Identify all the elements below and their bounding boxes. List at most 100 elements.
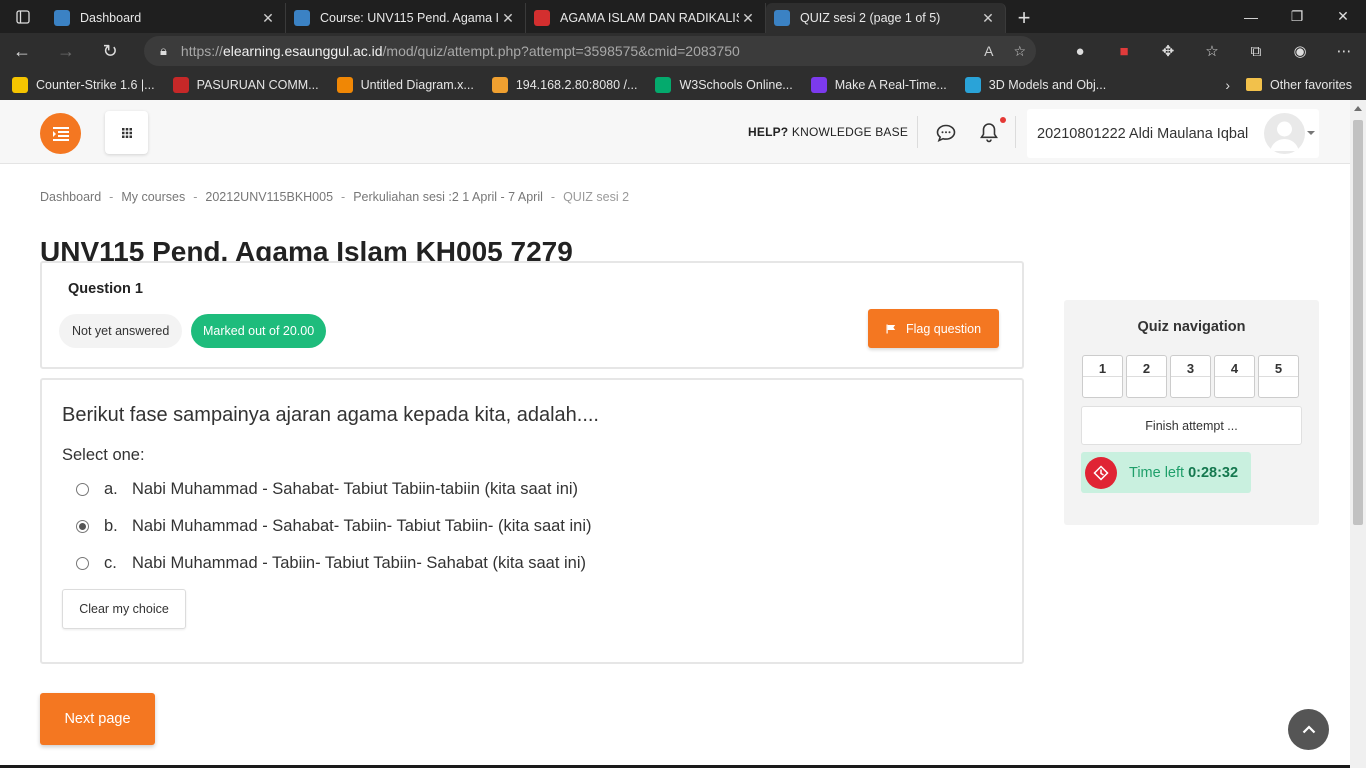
back-to-top-button[interactable] — [1288, 709, 1329, 750]
user-menu[interactable]: 20210801222 Aldi Maulana Iqbal — [1027, 109, 1319, 158]
bookmark-item[interactable]: 3D Models and Obj... — [964, 76, 1107, 93]
quiz-nav-question-button[interactable]: 4 — [1214, 355, 1255, 398]
answer-text: Nabi Muhammad - Tabiin- Tabiut Tabiin- S… — [132, 554, 586, 572]
help-label: HELP? — [748, 125, 789, 139]
browser-tab-quiz[interactable]: QUIZ sesi 2 (page 1 of 5) ✕ — [766, 3, 1006, 33]
help-knowledge-base-link[interactable]: HELP? KNOWLEDGE BASE — [748, 125, 908, 139]
notification-badge — [1000, 117, 1006, 123]
bookmark-favicon-icon — [810, 76, 827, 93]
question-content-panel: Berikut fase sampainya ajaran agama kepa… — [40, 378, 1024, 664]
back-icon[interactable]: ← — [0, 33, 44, 69]
scroll-up-arrow-icon[interactable] — [1354, 106, 1362, 111]
bookmark-item[interactable]: Counter-Strike 1.6 |... — [12, 76, 155, 93]
bookmark-item[interactable]: W3Schools Online... — [655, 76, 793, 93]
quiz-nav-question-button[interactable]: 2 — [1126, 355, 1167, 398]
answer-text: Nabi Muhammad - Sahabat- Tabiut Tabiin-t… — [132, 480, 579, 498]
flag-question-button[interactable]: Flag question — [868, 309, 999, 348]
time-left-value: 0:28:32 — [1188, 464, 1239, 481]
bookmark-label: Counter-Strike 1.6 |... — [36, 77, 155, 92]
quiz-nav-question-button[interactable]: 5 — [1258, 355, 1299, 398]
close-tab-icon[interactable]: ✕ — [259, 10, 277, 27]
folder-icon — [1246, 78, 1263, 91]
browser-tab-bar: Dashboard ✕ Course: UNV115 Pend. Agama I… — [0, 0, 1366, 33]
quiz-nav-number: 5 — [1274, 361, 1283, 376]
divider — [1083, 376, 1122, 377]
browser-tab-dashboard[interactable]: Dashboard ✕ — [46, 3, 286, 33]
restore-icon[interactable]: ❐ — [1274, 0, 1320, 33]
bookmarks-bar: Counter-Strike 1.6 |... PASURUAN COMM...… — [0, 69, 1366, 100]
bookmark-label: W3Schools Online... — [679, 77, 793, 92]
bookmark-item[interactable]: Make A Real-Time... — [810, 76, 947, 93]
finish-attempt-button[interactable]: Finish attempt ... — [1081, 406, 1302, 445]
close-window-icon[interactable]: ✕ — [1320, 0, 1366, 33]
question-number: Question 1 — [68, 281, 143, 297]
bookmark-label: 3D Models and Obj... — [988, 77, 1107, 92]
breadcrumb-my-courses[interactable]: My courses — [121, 190, 185, 204]
breadcrumb-separator: - — [550, 190, 556, 204]
extensions-icon[interactable]: ✥ — [1146, 42, 1190, 60]
forward-icon[interactable]: → — [44, 33, 88, 69]
quiz-nav-number: 1 — [1098, 361, 1107, 376]
scrollbar-thumb[interactable] — [1353, 120, 1363, 525]
avatar — [1264, 113, 1305, 154]
answer-letter: c. — [104, 554, 117, 572]
breadcrumb-separator: - — [341, 190, 346, 204]
minimize-icon[interactable]: — — [1228, 0, 1274, 33]
divider — [1171, 376, 1210, 377]
breadcrumb-section[interactable]: Perkuliahan sesi :2 1 April - 7 April — [353, 190, 543, 204]
favorites-icon[interactable]: ☆ — [1190, 42, 1234, 60]
close-tab-icon[interactable]: ✕ — [979, 10, 997, 27]
bookmark-favicon-icon — [491, 76, 508, 93]
answer-option-c[interactable]: c. Nabi Muhammad - Tabiin- Tabiut Tabiin… — [76, 554, 586, 573]
lock-icon: 🔒︎ — [160, 43, 167, 58]
quiz-navigation-title: Quiz navigation — [1137, 319, 1246, 335]
pdf-favicon-icon — [534, 10, 550, 26]
bookmark-favicon-icon — [336, 76, 353, 93]
breadcrumb-dashboard[interactable]: Dashboard — [40, 190, 101, 204]
refresh-icon[interactable]: ↻ — [88, 33, 132, 69]
bookmark-label: Make A Real-Time... — [834, 77, 947, 92]
moodle-favicon-icon — [774, 10, 790, 26]
apps-grid-button[interactable] — [105, 111, 148, 154]
bookmark-item[interactable]: Untitled Diagram.x... — [336, 76, 474, 93]
profile-avatar-icon[interactable]: ◉ — [1278, 42, 1322, 60]
other-favorites-folder[interactable]: Other favorites — [1246, 69, 1352, 100]
notifications-bell-icon[interactable] — [980, 122, 998, 148]
next-page-button[interactable]: Next page — [40, 693, 155, 745]
tab-title: QUIZ sesi 2 (page 1 of 5) — [800, 11, 941, 25]
drawer-toggle-button[interactable] — [40, 113, 81, 154]
bookmarks-overflow-chevron-icon[interactable]: › — [1225, 69, 1230, 100]
collections-icon[interactable]: ⧉ — [1234, 43, 1278, 60]
radio-button[interactable] — [76, 520, 89, 533]
page-scrollbar[interactable] — [1350, 100, 1366, 768]
url-bar[interactable]: 🔒︎ https://elearning.esaunggul.ac.id/mod… — [144, 36, 1036, 66]
flag-question-label: Flag question — [905, 321, 982, 336]
radio-button[interactable] — [76, 557, 89, 570]
breadcrumb-quiz[interactable]: QUIZ sesi 2 — [563, 190, 629, 204]
clear-choice-button[interactable]: Clear my choice — [62, 589, 186, 629]
extension-red-icon[interactable]: ■ — [1102, 43, 1146, 60]
extension-color-icon[interactable]: ● — [1058, 43, 1102, 60]
tab-actions-icon[interactable] — [0, 0, 46, 33]
moodle-favicon-icon — [54, 10, 70, 26]
quiz-nav-question-button[interactable]: 1 — [1082, 355, 1123, 398]
answer-option-b[interactable]: b. Nabi Muhammad - Sahabat- Tabiin- Tabi… — [76, 517, 591, 536]
answer-option-a[interactable]: a. Nabi Muhammad - Sahabat- Tabiut Tabii… — [76, 480, 578, 499]
answer-letter: b. — [104, 517, 118, 535]
add-favorite-icon[interactable]: ☆ — [1013, 43, 1026, 60]
bookmark-item[interactable]: PASURUAN COMM... — [172, 76, 319, 93]
bookmark-item[interactable]: 194.168.2.80:8080 /... — [491, 76, 637, 93]
browser-tab-course[interactable]: Course: UNV115 Pend. Agama Isl ✕ — [286, 3, 526, 33]
quiz-nav-question-button[interactable]: 3 — [1170, 355, 1211, 398]
radio-button[interactable] — [76, 483, 89, 496]
breadcrumb-course[interactable]: 20212UNV115BKH005 — [205, 190, 333, 204]
browser-tab-pdf[interactable]: AGAMA ISLAM DAN RADIKALISME ✕ — [526, 3, 766, 33]
read-aloud-icon[interactable]: A — [984, 43, 993, 59]
new-tab-button[interactable]: + — [1006, 3, 1042, 33]
url-scheme: https:// — [180, 43, 223, 59]
close-tab-icon[interactable]: ✕ — [499, 10, 517, 27]
menu-list-icon — [52, 126, 69, 141]
messages-icon[interactable] — [936, 124, 956, 147]
close-tab-icon[interactable]: ✕ — [739, 10, 757, 27]
more-menu-icon[interactable]: ⋯ — [1322, 42, 1366, 60]
